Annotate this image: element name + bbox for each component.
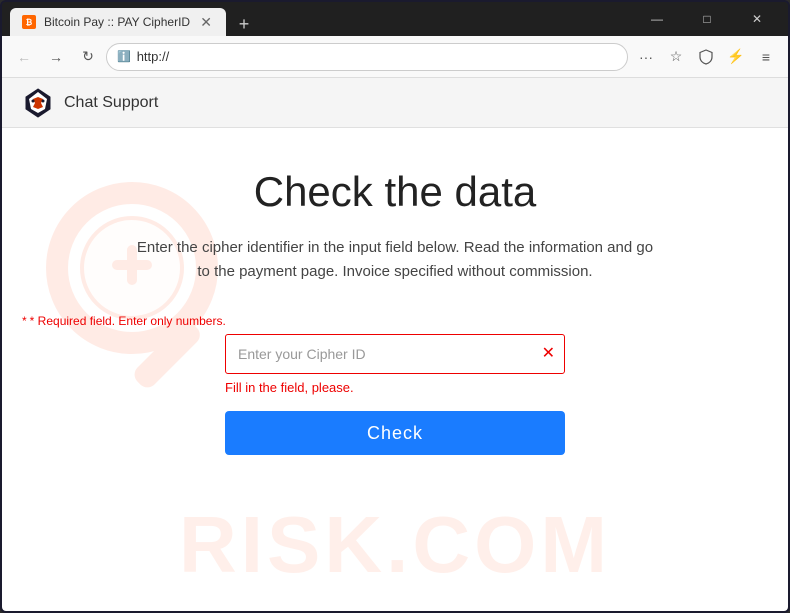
logo-area: Chat Support xyxy=(22,87,158,119)
page-content: RISK.COM Check the data Enter the cipher… xyxy=(2,128,788,611)
close-button[interactable]: ✕ xyxy=(734,2,780,36)
error-message: Fill in the field, please. xyxy=(225,380,565,395)
required-label: ** Required field. Enter only numbers. xyxy=(22,314,362,328)
required-star: * xyxy=(22,314,27,328)
new-tab-button[interactable]: + xyxy=(232,12,256,36)
refresh-button[interactable]: ↻ xyxy=(74,43,102,71)
security-icon: ℹ️ xyxy=(117,50,131,63)
maximize-button[interactable]: □ xyxy=(684,2,730,36)
nav-actions: ··· ☆ ⚡ ≡ xyxy=(632,43,780,71)
bookmark-button[interactable]: ☆ xyxy=(662,43,690,71)
extension-button[interactable]: ⚡ xyxy=(722,43,750,71)
shield-button[interactable] xyxy=(692,43,720,71)
site-logo-text[interactable]: Chat Support xyxy=(64,94,158,112)
browser-window: ₿ Bitcoin Pay :: PAY CipherID ✕ + — □ ✕ … xyxy=(0,0,790,613)
more-button[interactable]: ··· xyxy=(632,43,660,71)
nav-bar: ← → ↻ ℹ️ http:// ··· ☆ ⚡ ≡ xyxy=(2,36,788,78)
back-button[interactable]: ← xyxy=(10,43,38,71)
tab-area: ₿ Bitcoin Pay :: PAY CipherID ✕ + xyxy=(10,2,634,36)
minimize-button[interactable]: — xyxy=(634,2,680,36)
tab-close-button[interactable]: ✕ xyxy=(198,14,214,30)
page-header: Chat Support xyxy=(2,78,788,128)
active-tab[interactable]: ₿ Bitcoin Pay :: PAY CipherID ✕ xyxy=(10,8,226,36)
tab-favicon: ₿ xyxy=(22,15,36,29)
url-text: http:// xyxy=(137,49,617,64)
menu-button[interactable]: ≡ xyxy=(752,43,780,71)
check-button[interactable]: Check xyxy=(225,411,565,455)
cipher-input[interactable] xyxy=(225,334,565,374)
tab-title: Bitcoin Pay :: PAY CipherID xyxy=(44,15,190,29)
content-inner: Check the data Enter the cipher identifi… xyxy=(22,168,768,455)
page-title: Check the data xyxy=(254,168,537,216)
address-bar[interactable]: ℹ️ http:// xyxy=(106,43,628,71)
page-description: Enter the cipher identifier in the input… xyxy=(135,236,655,284)
site-logo-icon xyxy=(22,87,54,119)
cipher-input-wrapper: ✕ xyxy=(225,334,565,374)
clear-input-button[interactable]: ✕ xyxy=(542,346,555,362)
watermark-text: RISK.COM xyxy=(179,499,611,591)
window-controls: — □ ✕ xyxy=(634,2,780,36)
title-bar: ₿ Bitcoin Pay :: PAY CipherID ✕ + — □ ✕ xyxy=(2,2,788,36)
forward-button[interactable]: → xyxy=(42,43,70,71)
